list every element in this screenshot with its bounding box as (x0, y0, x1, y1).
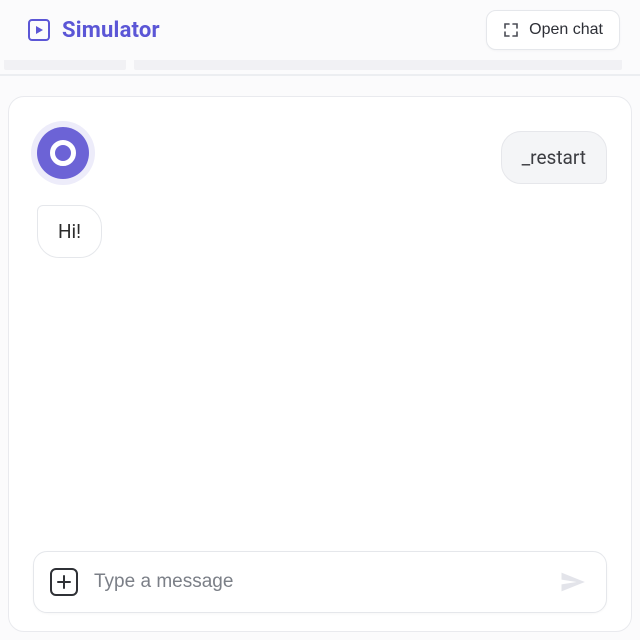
page-title: Simulator (62, 18, 160, 43)
open-chat-label: Open chat (529, 21, 603, 39)
simulator-app: Simulator Open chat (0, 0, 640, 640)
expand-icon (503, 22, 519, 38)
restart-button[interactable]: _restart (501, 131, 607, 184)
avatar-ring-icon (50, 140, 76, 166)
brand: Simulator (28, 18, 160, 43)
attach-button[interactable] (50, 568, 78, 596)
send-icon (558, 568, 586, 596)
restart-label: _restart (522, 146, 586, 169)
bot-message-text: Hi! (58, 220, 81, 243)
chat-panel: _restart Hi! (8, 96, 632, 632)
tab-strip (4, 60, 636, 70)
panel-wrap: _restart Hi! (0, 76, 640, 640)
plus-icon (57, 575, 71, 589)
send-button[interactable] (554, 564, 590, 600)
open-chat-button[interactable]: Open chat (486, 10, 620, 50)
play-icon (28, 19, 50, 41)
top-bar: Simulator Open chat (0, 0, 640, 60)
bot-message: Hi! (37, 205, 102, 258)
bot-avatar (37, 127, 89, 179)
composer (33, 551, 607, 613)
chat-area: _restart Hi! (33, 125, 607, 543)
message-input[interactable] (94, 571, 538, 593)
